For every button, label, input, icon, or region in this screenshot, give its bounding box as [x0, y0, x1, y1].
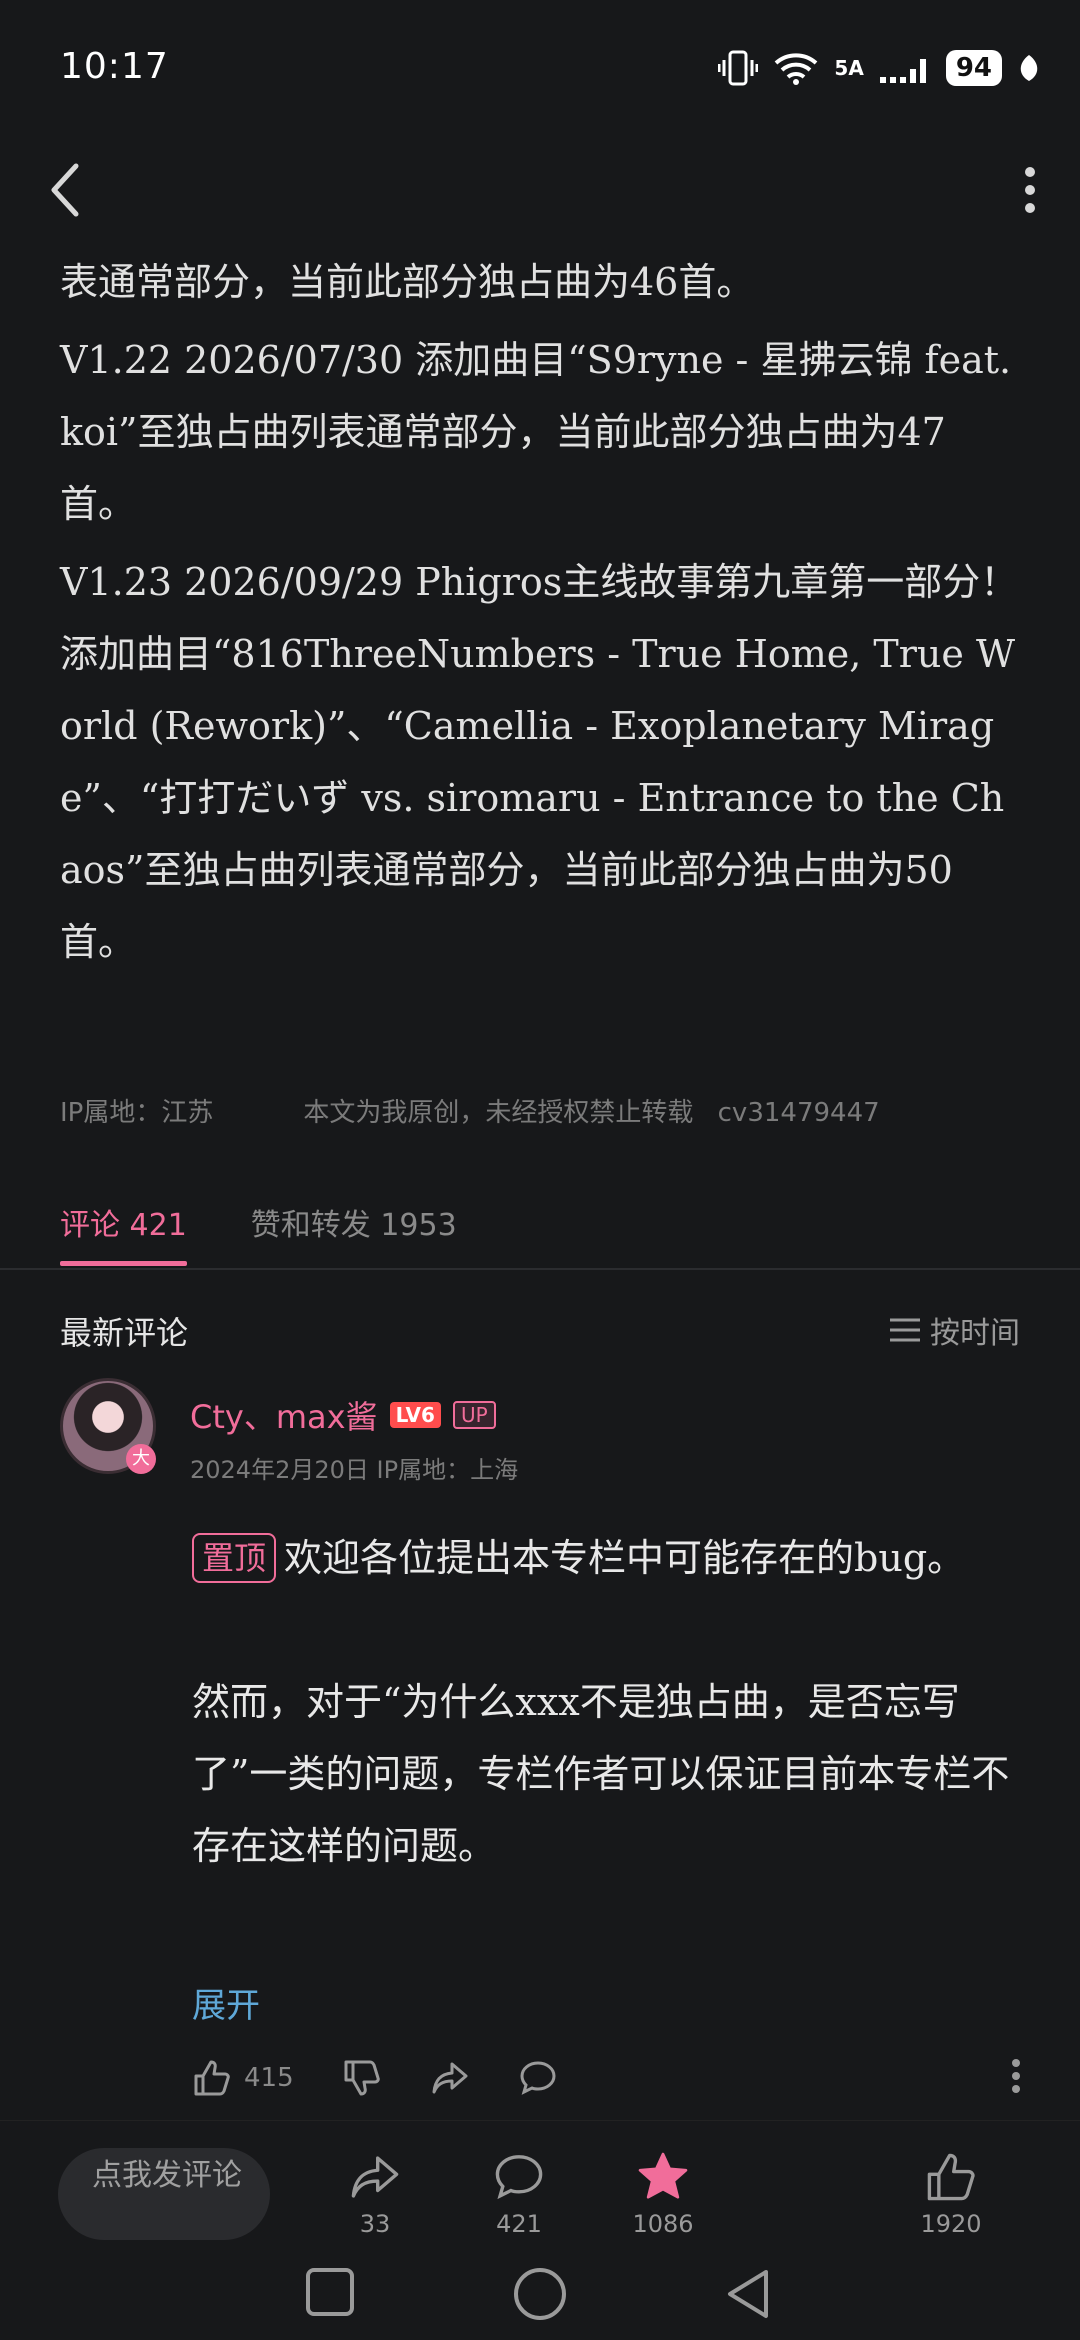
comment-date: 2024年2月20日 IP属地：上海: [190, 1456, 519, 1484]
avatar[interactable]: 大: [60, 1378, 160, 1478]
comment-text-second: 然而，对于“为什么xxx不是独占曲，是否忘写了”一类的问题，专栏作者可以保证目前…: [192, 1680, 1010, 1868]
vibrate-icon: [718, 50, 759, 86]
sort-by-time-button[interactable]: 按时间: [888, 1308, 1020, 1352]
battery-level: 94: [945, 50, 1002, 86]
comment-share-button[interactable]: [430, 2058, 470, 2098]
comment-count: 421: [496, 2210, 542, 2238]
share-icon: [351, 2156, 399, 2198]
comment-bubble-icon: [495, 2155, 543, 2200]
latest-comments-title: 最新评论: [60, 1314, 189, 1352]
network-type: 5A: [834, 56, 864, 80]
comment-header: Cty、max酱 LV6 UP: [190, 1392, 496, 1438]
like-count: 1920: [920, 2210, 982, 2238]
share-count: 33: [359, 2210, 391, 2238]
cv-id: cv31479447: [717, 1098, 880, 1128]
reply-bubble-icon: [520, 2061, 556, 2095]
comment-tabs: 评论 421 赞和转发 1953: [60, 1200, 457, 1266]
comment-like-count: 415: [244, 2063, 294, 2093]
back-button[interactable]: [44, 160, 88, 220]
star-icon: [638, 2152, 688, 2199]
article-body: 表通常部分，当前此部分独占曲为46首。 V1.22 2026/07/30 添加曲…: [60, 246, 1020, 984]
article-paragraph: 表通常部分，当前此部分独占曲为46首。: [60, 260, 755, 304]
tab-likes-reposts[interactable]: 赞和转发 1953: [251, 1200, 457, 1244]
circle-icon: [514, 2268, 566, 2320]
comment-body: 置顶 欢迎各位提出本专栏中可能存在的bug。 然而，对于“为什么xxx不是独占曲，…: [192, 1522, 1022, 1882]
comment-more-button[interactable]: [1010, 2058, 1022, 2098]
divider: [0, 1268, 1080, 1270]
thumbs-down-icon: [344, 2060, 380, 2096]
username[interactable]: Cty、max酱: [190, 1392, 378, 1438]
comment-like-button[interactable]: 415: [192, 2058, 294, 2098]
status-time: 10:17: [60, 46, 169, 87]
article-paragraph: V1.23 2026/09/29 Phigros主线故事第九章第一部分！添加曲目…: [60, 560, 1019, 964]
signal-icon: [879, 59, 926, 83]
back-arrow-icon: [51, 163, 79, 217]
article-paragraph: V1.22 2026/07/30 添加曲目“S9ryne - 星拂云锦 feat…: [60, 338, 1012, 526]
back-nav-button[interactable]: [722, 2266, 774, 2326]
recents-button[interactable]: [304, 2266, 356, 2322]
comment-text: 置顶 欢迎各位提出本专栏中可能存在的bug。: [192, 1522, 1022, 1594]
square-icon: [306, 2268, 354, 2316]
sort-label: 按时间: [930, 1316, 1020, 1351]
favorite-count: 1086: [632, 2210, 694, 2238]
like-button[interactable]: 1920: [896, 2150, 1006, 2238]
thumbs-up-icon: [927, 2153, 975, 2201]
triangle-back-icon: [728, 2270, 768, 2318]
comment-input[interactable]: 点我发评论: [58, 2148, 270, 2240]
more-vertical-icon: [1025, 167, 1035, 213]
comment-reply-button[interactable]: [518, 2058, 558, 2098]
list-icon: [890, 1318, 920, 1342]
comment-actions: 415: [192, 2058, 1022, 2098]
status-icons: 5A 94: [718, 50, 1040, 86]
level-badge: LV6: [389, 1402, 441, 1428]
avatar-badge: 大: [126, 1444, 156, 1474]
system-nav-bar: [0, 2246, 1080, 2340]
comment-spacer: [192, 1594, 1022, 1666]
comment-text-first: 欢迎各位提出本专栏中可能存在的bug。: [284, 1536, 966, 1580]
up-badge: UP: [452, 1401, 496, 1429]
expand-link[interactable]: 展开: [192, 1978, 260, 2027]
pinned-badge: 置顶: [192, 1533, 277, 1583]
copyright-notice: 本文为我原创，未经授权禁止转载 cv31479447: [303, 1098, 880, 1128]
wifi-icon: [775, 53, 818, 85]
comment-dislike-button[interactable]: [342, 2058, 382, 2098]
share-button[interactable]: 33: [320, 2150, 430, 2238]
comments-button[interactable]: 421: [464, 2150, 574, 2238]
tab-comments[interactable]: 评论 421: [60, 1200, 187, 1266]
favorite-button[interactable]: 1086: [608, 2150, 718, 2238]
article-meta: IP属地：江苏 本文为我原创，未经授权禁止转载 cv31479447: [60, 1092, 1040, 1129]
ip-location: IP属地：江苏: [60, 1098, 214, 1128]
share-icon: [432, 2062, 468, 2094]
more-vertical-icon: [1012, 2059, 1020, 2093]
more-options-button[interactable]: [1020, 166, 1040, 214]
home-button[interactable]: [512, 2266, 568, 2326]
leaf-icon: [1020, 55, 1038, 81]
thumbs-up-icon: [194, 2060, 230, 2096]
